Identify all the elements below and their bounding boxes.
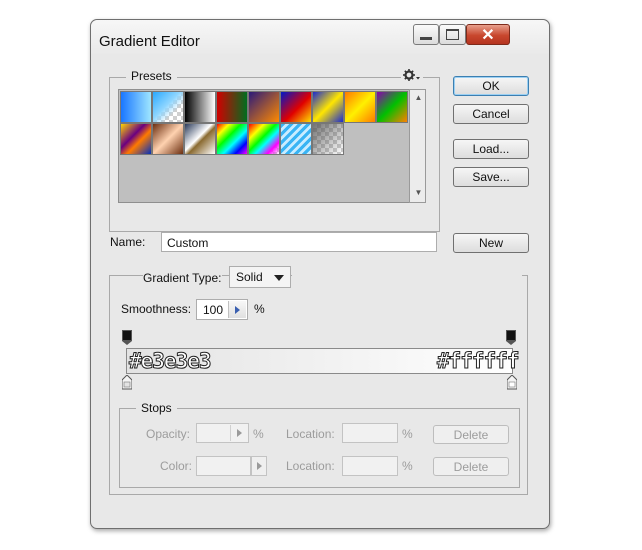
minimize-icon — [420, 37, 432, 40]
close-icon: ✕ — [481, 26, 495, 44]
save-button[interactable]: Save... — [453, 167, 529, 187]
gradient-type-value: Solid — [236, 270, 263, 284]
opacity-stop-right[interactable] — [506, 330, 516, 345]
color-location-field[interactable] — [342, 456, 398, 476]
preset-swatch-blue-red-yellow[interactable] — [280, 91, 312, 123]
load-button[interactable]: Load... — [453, 139, 529, 159]
preset-swatch-copper[interactable] — [152, 123, 184, 155]
preset-swatch-violet-green-orange[interactable] — [376, 91, 408, 123]
opacity-location-label: Location: — [286, 427, 335, 441]
opacity-label: Opacity: — [146, 427, 191, 441]
minimize-button[interactable] — [413, 24, 439, 45]
opacity-location-field[interactable] — [342, 423, 398, 443]
color-stop-icon — [121, 374, 133, 390]
color-swatch-arrow-button[interactable] — [251, 456, 267, 476]
gradient-type-select[interactable]: Solid — [229, 266, 291, 288]
gradient-type-label: Gradient Type: — [143, 271, 222, 285]
gradient-start-color-label: #e3e3e3 — [129, 349, 213, 374]
smoothness-label: Smoothness: — [121, 302, 192, 316]
preset-swatch-transparent-rainbow[interactable] — [248, 123, 280, 155]
gradient-end-color-label: #ffffff — [437, 349, 521, 374]
preset-swatch-chrome[interactable] — [184, 123, 216, 155]
preset-swatch-black-white[interactable] — [184, 91, 216, 123]
preset-swatch-transparent-stripes[interactable] — [280, 123, 312, 155]
presets-legend: Presets — [126, 69, 177, 83]
preset-swatch-spectrum[interactable] — [216, 123, 248, 155]
smoothness-field[interactable]: 100 — [196, 299, 248, 320]
delete-opacity-stop-button[interactable]: Delete — [433, 425, 509, 444]
opacity-unit: % — [253, 427, 264, 441]
opacity-slider-button[interactable] — [230, 425, 247, 441]
delete-color-stop-button[interactable]: Delete — [433, 457, 509, 476]
opacity-field[interactable] — [196, 423, 249, 443]
color-stop-right[interactable] — [506, 374, 518, 395]
chevron-right-icon — [237, 429, 242, 437]
scroll-down-icon[interactable]: ▼ — [410, 188, 427, 197]
preset-swatch-blue-cyan[interactable] — [120, 91, 152, 123]
color-location-label: Location: — [286, 459, 335, 473]
ok-button[interactable]: OK — [453, 76, 529, 96]
smoothness-slider-button[interactable] — [228, 301, 246, 318]
preset-swatch-cyan-transparent[interactable] — [152, 91, 184, 123]
presets-scrollbar[interactable]: ▲ ▼ — [409, 89, 426, 203]
preset-swatch-red-green[interactable] — [216, 91, 248, 123]
smoothness-unit: % — [254, 302, 265, 316]
presets-list[interactable] — [118, 89, 426, 203]
smoothness-value: 100 — [203, 303, 224, 317]
chevron-down-icon — [274, 275, 284, 281]
maximize-icon — [446, 29, 459, 40]
color-label: Color: — [160, 459, 193, 473]
scroll-up-icon[interactable]: ▲ — [410, 93, 427, 102]
preset-swatch-yellow-violet-orange-blue[interactable] — [120, 123, 152, 155]
stops-group — [119, 408, 520, 488]
preset-swatch-violet-orange[interactable] — [248, 91, 280, 123]
gear-icon — [403, 69, 420, 81]
maximize-button[interactable] — [439, 24, 466, 45]
preset-swatch-neutral-density[interactable] — [312, 123, 344, 155]
preset-swatch-blue-yellow-blue[interactable] — [312, 91, 344, 123]
opacity-stop-swatch — [506, 330, 516, 341]
chevron-right-icon — [235, 306, 240, 314]
name-label: Name: — [110, 235, 146, 249]
stops-legend: Stops — [136, 401, 177, 415]
color-stop-icon — [506, 374, 518, 390]
opacity-stop-swatch — [122, 330, 132, 341]
new-button[interactable]: New — [453, 233, 529, 253]
cancel-button[interactable]: Cancel — [453, 104, 529, 124]
window-title: Gradient Editor — [99, 33, 200, 50]
name-field[interactable]: Custom — [161, 232, 437, 252]
chevron-right-icon — [257, 462, 262, 470]
opacity-stop-pointer — [122, 341, 132, 345]
opacity-stop-pointer — [506, 341, 516, 345]
color-stop-left[interactable] — [121, 374, 133, 395]
group-border-mask — [292, 272, 522, 278]
color-location-unit: % — [402, 459, 413, 473]
preset-swatch-orange-yellow-orange[interactable] — [344, 91, 376, 123]
opacity-stop-left[interactable] — [122, 330, 132, 345]
color-swatch-field[interactable] — [196, 456, 267, 476]
opacity-location-unit: % — [402, 427, 413, 441]
presets-menu-button[interactable] — [401, 68, 423, 82]
close-button[interactable]: ✕ — [466, 24, 510, 45]
